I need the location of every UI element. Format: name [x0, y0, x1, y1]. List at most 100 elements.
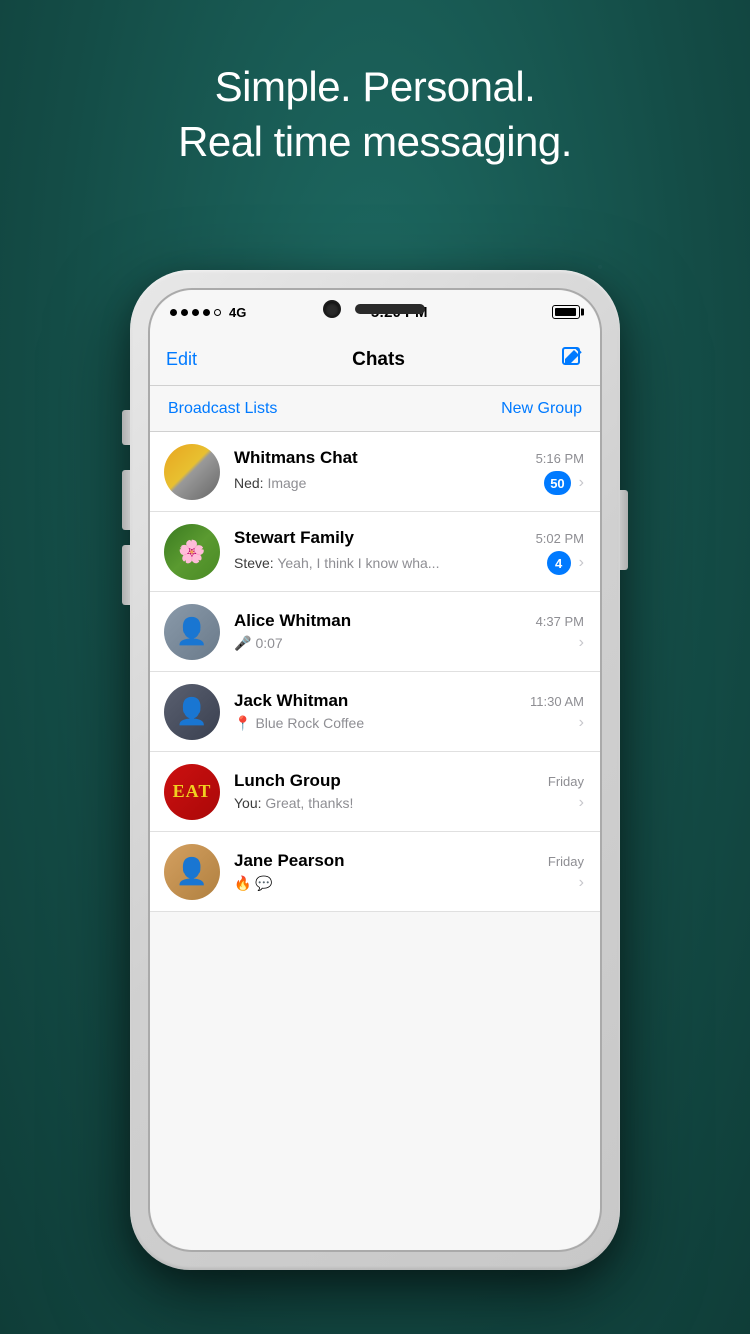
- badge-whitmans: 50: [544, 471, 570, 495]
- page-title: Chats: [352, 349, 405, 371]
- chat-item-jane[interactable]: 👤 Jane Pearson Friday 🔥 💬 ›: [150, 832, 600, 912]
- chat-preview-alice: 🎤0:07: [234, 635, 571, 652]
- avatar-whitmans-bg: [164, 444, 220, 500]
- broadcast-lists-button[interactable]: Broadcast Lists: [168, 400, 277, 418]
- chat-time-whitmans: 5:16 PM: [536, 451, 584, 466]
- avatar-whitmans: [164, 444, 220, 500]
- chat-preview-row-whitmans: Ned: Image 50 ›: [234, 471, 584, 495]
- chat-item-alice[interactable]: 👤 Alice Whitman 4:37 PM 🎤0:07: [150, 592, 600, 672]
- chat-preview-row-alice: 🎤0:07 ›: [234, 634, 584, 652]
- avatar-jane-bg: 👤: [164, 844, 220, 900]
- chat-time-jack: 11:30 AM: [530, 694, 584, 709]
- chat-info-stewart: Stewart Family 5:02 PM Steve: Yeah, I th…: [234, 528, 584, 575]
- chevron-alice: ›: [579, 634, 584, 652]
- chevron-lunch: ›: [579, 794, 584, 812]
- chat-item-stewart[interactable]: 🌸 Stewart Family 5:02 PM Steve: Yeah, I …: [150, 512, 600, 592]
- chat-preview-row-jane: 🔥 💬 ›: [234, 874, 584, 892]
- chat-list: Whitmans Chat 5:16 PM Ned: Image 50 ›: [150, 432, 600, 912]
- signal-dot-5: [214, 309, 221, 316]
- chat-preview-jane: 🔥 💬: [234, 875, 571, 892]
- edit-button[interactable]: Edit: [166, 349, 197, 370]
- chat-sender-lunch: You:: [234, 795, 265, 811]
- chat-preview-whitmans: Ned: Image: [234, 475, 536, 491]
- chat-name-jack: Jack Whitman: [234, 691, 348, 711]
- chat-info-alice: Alice Whitman 4:37 PM 🎤0:07 ›: [234, 611, 584, 652]
- signal-dot-3: [192, 309, 199, 316]
- preview-right-lunch: ›: [571, 794, 584, 812]
- badge-stewart: 4: [547, 551, 571, 575]
- chat-item-whitmans[interactable]: Whitmans Chat 5:16 PM Ned: Image 50 ›: [150, 432, 600, 512]
- chat-preview-row-lunch: You: Great, thanks! ›: [234, 794, 584, 812]
- chat-header-whitmans: Whitmans Chat 5:16 PM: [234, 448, 584, 468]
- chat-name-lunch: Lunch Group: [234, 771, 341, 791]
- chat-preview-row-jack: 📍Blue Rock Coffee ›: [234, 714, 584, 732]
- compose-icon: [560, 345, 584, 369]
- avatar-lunch: EAT: [164, 764, 220, 820]
- new-group-button[interactable]: New Group: [501, 400, 582, 418]
- chat-preview-row-stewart: Steve: Yeah, I think I know wha... 4 ›: [234, 551, 584, 575]
- avatar-stewart-bg: 🌸: [164, 524, 220, 580]
- avatar-jane: 👤: [164, 844, 220, 900]
- chat-time-stewart: 5:02 PM: [536, 531, 584, 546]
- chat-name-whitmans: Whitmans Chat: [234, 448, 358, 468]
- chat-info-jack: Jack Whitman 11:30 AM 📍Blue Rock Coffee …: [234, 691, 584, 732]
- chat-header-jane: Jane Pearson Friday: [234, 851, 584, 871]
- phone: 4G 5:20 PM Edit Chats: [130, 270, 620, 1270]
- chat-header-jack: Jack Whitman 11:30 AM: [234, 691, 584, 711]
- signal-dot-4: [203, 309, 210, 316]
- screen-content: 4G 5:20 PM Edit Chats: [150, 290, 600, 1250]
- battery-area: [552, 305, 580, 319]
- chat-preview-stewart: Steve: Yeah, I think I know wha...: [234, 555, 539, 571]
- signal-area: 4G: [170, 305, 246, 320]
- phone-top-details: [325, 302, 425, 316]
- chat-preview-jack: 📍Blue Rock Coffee: [234, 715, 571, 732]
- chat-name-stewart: Stewart Family: [234, 528, 354, 548]
- chat-info-whitmans: Whitmans Chat 5:16 PM Ned: Image 50 ›: [234, 448, 584, 495]
- chat-header-alice: Alice Whitman 4:37 PM: [234, 611, 584, 631]
- avatar-alice: 👤: [164, 604, 220, 660]
- preview-right-jack: ›: [571, 714, 584, 732]
- signal-dot-2: [181, 309, 188, 316]
- chat-item-jack[interactable]: 👤 Jack Whitman 11:30 AM 📍Blue Rock Coffe…: [150, 672, 600, 752]
- mute-button: [122, 410, 130, 445]
- chat-preview-lunch: You: Great, thanks!: [234, 795, 571, 811]
- nav-bar: Edit Chats: [150, 334, 600, 386]
- avatar-stewart: 🌸: [164, 524, 220, 580]
- preview-right-alice: ›: [571, 634, 584, 652]
- chat-time-lunch: Friday: [548, 774, 584, 789]
- avatar-alice-bg: 👤: [164, 604, 220, 660]
- avatar-jack-bg: 👤: [164, 684, 220, 740]
- battery-fill: [555, 308, 576, 316]
- chat-sender-whitmans: Ned:: [234, 475, 267, 491]
- avatar-jack: 👤: [164, 684, 220, 740]
- headline: Simple. Personal. Real time messaging.: [0, 60, 750, 169]
- chat-sender-stewart: Steve:: [234, 555, 277, 571]
- voice-icon-alice: 🎤: [234, 635, 251, 651]
- phone-shell: 4G 5:20 PM Edit Chats: [130, 270, 620, 1270]
- action-row: Broadcast Lists New Group: [150, 386, 600, 432]
- earpiece-speaker: [355, 304, 425, 314]
- preview-right-stewart: 4 ›: [539, 551, 584, 575]
- avatar-lunch-bg: EAT: [164, 764, 220, 820]
- battery-icon: [552, 305, 580, 319]
- chevron-jack: ›: [579, 714, 584, 732]
- power-button: [620, 490, 628, 570]
- chevron-jane: ›: [579, 874, 584, 892]
- chat-name-jane: Jane Pearson: [234, 851, 345, 871]
- chat-info-lunch: Lunch Group Friday You: Great, thanks! ›: [234, 771, 584, 812]
- location-icon-jack: 📍: [234, 715, 251, 731]
- chat-info-jane: Jane Pearson Friday 🔥 💬 ›: [234, 851, 584, 892]
- chat-time-jane: Friday: [548, 854, 584, 869]
- chat-header-stewart: Stewart Family 5:02 PM: [234, 528, 584, 548]
- phone-screen: 4G 5:20 PM Edit Chats: [148, 288, 602, 1252]
- network-type: 4G: [229, 305, 246, 320]
- signal-dot-1: [170, 309, 177, 316]
- volume-down-button: [122, 545, 130, 605]
- compose-button[interactable]: [560, 345, 584, 375]
- volume-up-button: [122, 470, 130, 530]
- preview-right-jane: ›: [571, 874, 584, 892]
- chat-header-lunch: Lunch Group Friday: [234, 771, 584, 791]
- preview-right-whitmans: 50 ›: [536, 471, 584, 495]
- chat-item-lunch[interactable]: EAT Lunch Group Friday You: Great, thank…: [150, 752, 600, 832]
- chat-name-alice: Alice Whitman: [234, 611, 351, 631]
